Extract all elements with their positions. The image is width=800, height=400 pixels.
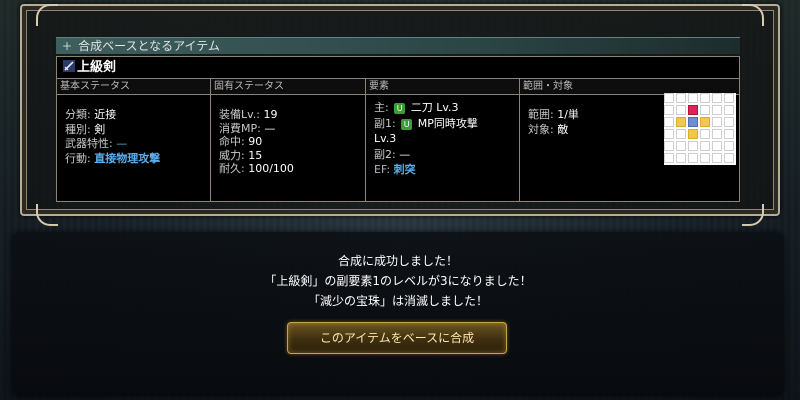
element-sub1: 副1: U MP同時攻撃 xyxy=(374,116,478,130)
unique-element-icon: U xyxy=(394,103,406,114)
range-grid-cell xyxy=(688,105,698,115)
range-grid-cell xyxy=(712,105,722,115)
unique-status-column: 固有ステータス 装備Lv.: 19 消費MP: — 命中: 90 威力: 15 … xyxy=(211,79,366,201)
range-grid-cell xyxy=(724,129,734,139)
range-grid-cell xyxy=(664,141,674,151)
item-name: 上級剣 xyxy=(77,60,117,75)
range-grid-cell xyxy=(724,141,734,151)
section-title: 合成ベースとなるアイテム xyxy=(78,39,220,53)
range-grid-cell xyxy=(664,105,674,115)
element-sub2: 副2: — xyxy=(374,147,411,161)
range-grid-cell xyxy=(688,117,698,127)
range-grid-cell xyxy=(676,93,686,103)
range-grid-cell xyxy=(712,93,722,103)
range-grid-cell xyxy=(700,93,710,103)
synthesize-as-base-button[interactable]: このアイテムをベースに合成 xyxy=(287,322,507,354)
range-grid-cell xyxy=(688,129,698,139)
range-grid-cell xyxy=(688,153,698,163)
result-message: 「減少の宝珠」は消滅しました！ xyxy=(307,294,488,308)
range-grid-cell xyxy=(724,153,734,163)
stat-row-action: 行動: 直接物理攻撃 xyxy=(65,151,161,165)
element-ef: EF: 刺突 xyxy=(374,163,416,176)
plus-icon: + xyxy=(62,39,73,53)
stat-row-durability: 耐久: 100/100 xyxy=(219,162,294,175)
range-grid-cell xyxy=(676,129,686,139)
range-grid-cell xyxy=(712,117,722,127)
range-grid-cell xyxy=(724,105,734,115)
item-name-row: 上級剣 xyxy=(57,57,739,79)
range-grid-cell xyxy=(664,117,674,127)
range-grid-cell xyxy=(676,141,686,151)
elements-header: 要素 xyxy=(366,79,519,95)
range-grid xyxy=(664,93,736,165)
range-grid-cell xyxy=(676,117,686,127)
basic-status-header: 基本ステータス xyxy=(57,79,210,95)
result-message: 合成に成功しました！ xyxy=(337,254,458,268)
sword-icon xyxy=(63,60,75,72)
stat-row-weapon-trait: 武器特性: — xyxy=(65,137,128,150)
result-message: 「上級剣」の副要素1のレベルが3になりました！ xyxy=(264,274,532,288)
range-grid-cell xyxy=(700,141,710,151)
range-grid-cell xyxy=(676,105,686,115)
range-grid-cell xyxy=(664,129,674,139)
range-grid-cell xyxy=(688,93,698,103)
result-dialog: 合成に成功しました！ 「上級剣」の副要素1のレベルが3になりました！ 「減少の宝… xyxy=(12,232,784,396)
range-grid-cell xyxy=(724,117,734,127)
stat-row-equip-level: 装備Lv.: 19 xyxy=(219,108,278,121)
stat-row-category: 分類: 近接 xyxy=(65,108,117,121)
stat-row-type: 種別: 剣 xyxy=(65,122,106,136)
stat-row-mp-cost: 消費MP: — xyxy=(219,121,276,135)
stat-row-accuracy: 命中: 90 xyxy=(219,135,263,148)
range-grid-cell xyxy=(724,93,734,103)
unique-status-header: 固有ステータス xyxy=(211,79,365,95)
elements-column: 要素 主: U 二刀 Lv.3 副1: U MP同時攻撃 Lv.3 副2: — … xyxy=(366,79,520,201)
range-grid-cell xyxy=(712,141,722,151)
stat-row-power: 威力: 15 xyxy=(219,148,263,162)
basic-status-column: 基本ステータス 分類: 近接 種別: 剣 武器特性: — 行動: 直接物理攻撃 xyxy=(57,79,211,201)
range-grid-cell xyxy=(700,105,710,115)
range-target-column: 範囲・対象 範囲: 1/単 対象: 敵 xyxy=(520,79,739,201)
range-grid-cell xyxy=(700,153,710,163)
range-grid-cell xyxy=(664,93,674,103)
range-grid-cell xyxy=(700,129,710,139)
range-grid-cell xyxy=(712,153,722,163)
range-grid-cell xyxy=(700,117,710,127)
element-main: 主: U 二刀 Lv.3 xyxy=(374,101,459,114)
range-grid-cell xyxy=(664,153,674,163)
item-status-table: 上級剣 基本ステータス 分類: 近接 種別: 剣 武器特性: — 行動: 直接物… xyxy=(56,56,740,202)
frame-ornament xyxy=(36,4,58,26)
range-grid-cell xyxy=(688,141,698,151)
unique-element-icon: U xyxy=(401,118,413,130)
element-sub1-level: Lv.3 xyxy=(374,132,397,145)
frame-ornament xyxy=(742,4,764,26)
range-grid-cell xyxy=(676,153,686,163)
range-grid-cell xyxy=(712,129,722,139)
section-header: + 合成ベースとなるアイテム xyxy=(56,37,740,54)
